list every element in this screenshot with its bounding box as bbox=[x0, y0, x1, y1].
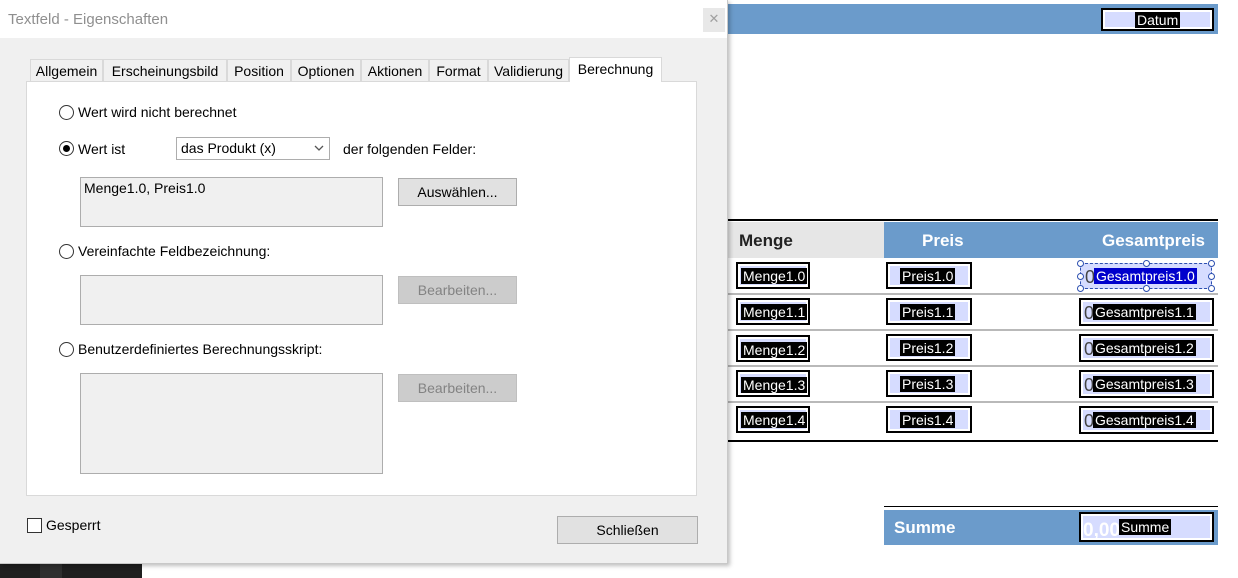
radio-simplified-notation[interactable] bbox=[59, 244, 74, 259]
close-icon[interactable]: ✕ bbox=[703, 8, 725, 32]
tab-berechnung[interactable]: Berechnung bbox=[569, 57, 662, 82]
preis-field-label: Preis1.2 bbox=[900, 340, 956, 356]
sum-field-label: Summe bbox=[1119, 519, 1172, 535]
radio-not-calculated[interactable] bbox=[59, 105, 74, 120]
table-top-rule bbox=[728, 219, 1218, 221]
tab-format[interactable]: Format bbox=[429, 59, 488, 81]
menge-field[interactable]: Menge1.2 bbox=[736, 335, 810, 362]
taskbar-fragment bbox=[0, 564, 142, 578]
resize-handle[interactable] bbox=[1208, 285, 1215, 292]
tab-erscheinungsbild[interactable]: Erscheinungsbild bbox=[103, 59, 227, 81]
row-separator bbox=[728, 365, 1218, 367]
gesamtpreis-header: Gesamtpreis bbox=[1102, 231, 1205, 250]
radio-not-calculated-label[interactable]: Wert wird nicht berechnet bbox=[78, 104, 236, 120]
gesamtpreis-field[interactable]: 0 Gesamtpreis1.1 bbox=[1079, 298, 1214, 326]
menge-field-label: Menge1.2 bbox=[741, 342, 808, 358]
resize-handle[interactable] bbox=[1077, 285, 1084, 292]
menge-field[interactable]: Menge1.4 bbox=[736, 406, 810, 433]
radio-custom-script-label[interactable]: Benutzerdefiniertes Berechnungsskript: bbox=[78, 341, 322, 357]
menge-field[interactable]: Menge1.1 bbox=[736, 298, 810, 325]
menge-field-label: Menge1.4 bbox=[741, 412, 808, 428]
preis-field[interactable]: Preis1.3 bbox=[886, 370, 972, 397]
resize-handle[interactable] bbox=[1077, 260, 1084, 267]
radio-custom-script[interactable] bbox=[59, 342, 74, 357]
preis-field-label: Preis1.3 bbox=[900, 376, 956, 392]
gesamtpreis-field-label: Gesamtpreis1.0 bbox=[1094, 268, 1197, 284]
following-fields-label: der folgenden Felder: bbox=[343, 141, 477, 157]
gesamtpreis-field-label: Gesamtpreis1.2 bbox=[1093, 340, 1196, 356]
radio-value-is-label[interactable]: Wert ist bbox=[78, 141, 125, 157]
chevron-down-icon[interactable] bbox=[309, 138, 329, 159]
properties-dialog: Textfeld - Eigenschaften ✕ Allgemein Ers… bbox=[0, 0, 728, 564]
preis-field-label: Preis1.1 bbox=[900, 304, 956, 320]
table-bottom-rule bbox=[728, 440, 1218, 442]
fields-list[interactable]: Menge1.0, Preis1.0 bbox=[80, 177, 383, 227]
taskbar-button[interactable] bbox=[40, 564, 62, 578]
simplified-notation-input[interactable] bbox=[80, 275, 383, 325]
row-separator bbox=[728, 329, 1218, 331]
locked-checkbox[interactable] bbox=[27, 518, 42, 533]
gesamtpreis-field-label: Gesamtpreis1.4 bbox=[1093, 412, 1196, 428]
menge-field-label: Menge1.3 bbox=[741, 377, 808, 393]
date-field[interactable]: Datum bbox=[1101, 8, 1214, 31]
sum-rule bbox=[884, 506, 1218, 507]
resize-handle[interactable] bbox=[1077, 273, 1084, 280]
custom-script-input[interactable] bbox=[80, 373, 383, 474]
menge-field-label: Menge1.0 bbox=[741, 268, 808, 284]
tab-position[interactable]: Position bbox=[227, 59, 291, 81]
preis-field[interactable]: Preis1.4 bbox=[886, 406, 972, 433]
tab-optionen[interactable]: Optionen bbox=[291, 59, 361, 81]
radio-simplified-notation-label[interactable]: Vereinfachte Feldbezeichnung: bbox=[78, 243, 270, 259]
gesamtpreis-field[interactable]: 0 Gesamtpreis1.3 bbox=[1079, 370, 1214, 398]
edit-simplified-button[interactable]: Bearbeiten... bbox=[398, 276, 517, 304]
resize-handle[interactable] bbox=[1143, 260, 1150, 267]
preis-field[interactable]: Preis1.0 bbox=[886, 262, 972, 289]
tab-allgemein[interactable]: Allgemein bbox=[30, 59, 103, 81]
edit-script-button[interactable]: Bearbeiten... bbox=[398, 374, 517, 402]
menge-field-label: Menge1.1 bbox=[741, 304, 808, 320]
gesamtpreis-field-label: Gesamtpreis1.3 bbox=[1093, 376, 1196, 392]
resize-handle[interactable] bbox=[1208, 273, 1215, 280]
tab-aktionen[interactable]: Aktionen bbox=[361, 59, 429, 81]
preis-header: Preis bbox=[922, 231, 964, 250]
gesamtpreis-field-selected[interactable]: 0 Gesamtpreis1.0 bbox=[1077, 260, 1215, 292]
date-field-label: Datum bbox=[1135, 12, 1181, 28]
gesamtpreis-field[interactable]: 0 Gesamtpreis1.4 bbox=[1079, 406, 1214, 434]
select-fields-button[interactable]: Auswählen... bbox=[398, 178, 517, 206]
tab-validierung[interactable]: Validierung bbox=[488, 59, 569, 81]
gesamtpreis-field-label: Gesamtpreis1.1 bbox=[1093, 304, 1196, 320]
locked-label[interactable]: Gesperrt bbox=[46, 517, 100, 533]
operation-select[interactable]: das Produkt (x) bbox=[176, 137, 330, 160]
dialog-title: Textfeld - Eigenschaften bbox=[8, 11, 169, 28]
preis-field-label: Preis1.0 bbox=[900, 268, 956, 284]
row-separator bbox=[728, 293, 1218, 295]
radio-selected-dot bbox=[63, 145, 70, 152]
resize-handle[interactable] bbox=[1208, 260, 1215, 267]
radio-value-is[interactable] bbox=[59, 141, 74, 156]
preis-field[interactable]: Preis1.1 bbox=[886, 298, 972, 325]
row-separator bbox=[728, 401, 1218, 403]
operation-select-value: das Produkt (x) bbox=[181, 140, 276, 156]
sum-value: 0,00 bbox=[1083, 520, 1120, 541]
gesamtpreis-field[interactable]: 0 Gesamtpreis1.2 bbox=[1079, 334, 1214, 362]
preis-field[interactable]: Preis1.2 bbox=[886, 334, 972, 361]
menge-field[interactable]: Menge1.0 bbox=[736, 262, 810, 289]
sum-label: Summe bbox=[894, 518, 956, 537]
close-button[interactable]: Schließen bbox=[557, 516, 698, 544]
sum-field[interactable]: 0,00 Summe bbox=[1079, 512, 1214, 542]
menge-field[interactable]: Menge1.3 bbox=[736, 370, 810, 397]
resize-handle[interactable] bbox=[1143, 285, 1150, 292]
dialog-titlebar[interactable]: Textfeld - Eigenschaften ✕ bbox=[0, 0, 727, 38]
preis-field-label: Preis1.4 bbox=[900, 412, 956, 428]
menge-header: Menge bbox=[739, 231, 793, 250]
